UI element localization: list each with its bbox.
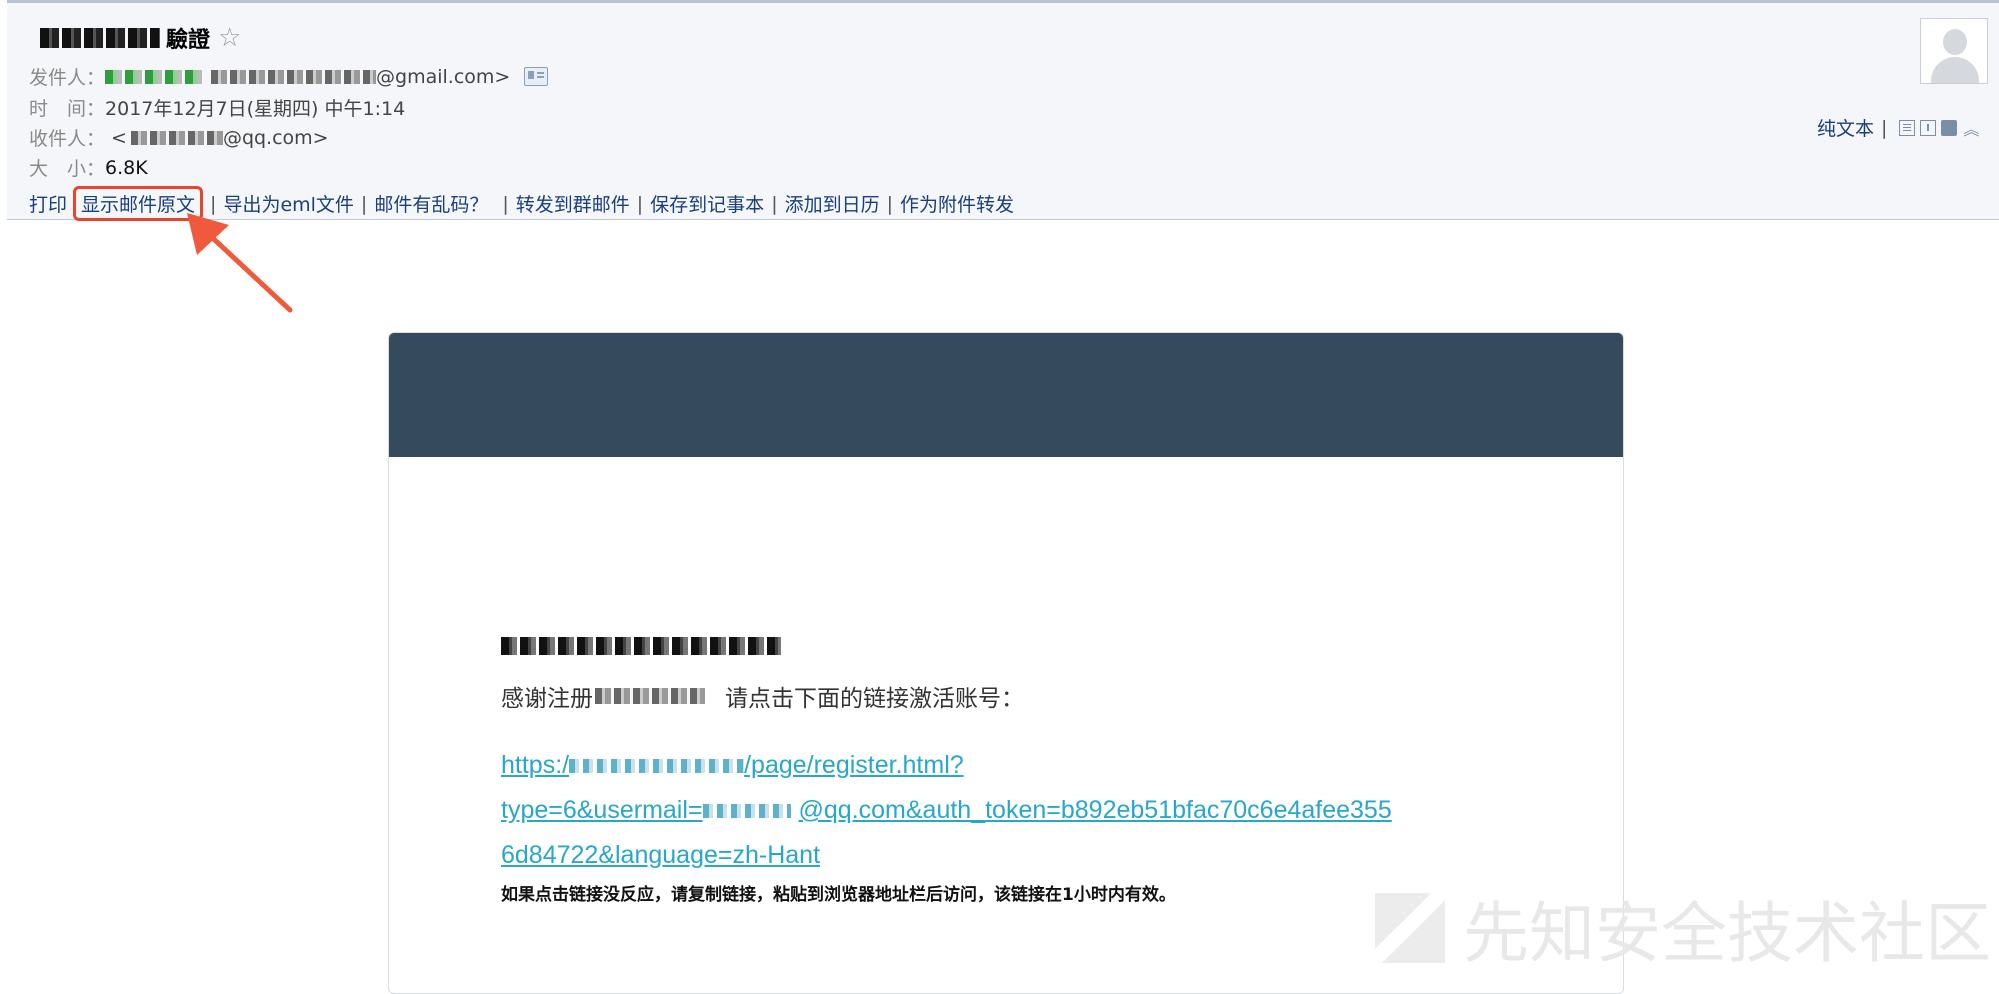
thanks-redacted [595, 688, 705, 704]
toolbar-separator: | [771, 192, 778, 215]
watermark: 先知安全技术社区 [1375, 880, 1991, 976]
from-row: 发件人： @gmail.com> [29, 63, 549, 90]
add-calendar-link[interactable]: 添加到日历 [785, 190, 880, 217]
from-domain[interactable]: @gmail.com> [376, 66, 510, 88]
to-prefix: < [111, 126, 127, 149]
mail-toolbar: 打印 显示邮件原文 | 导出为eml文件 | 邮件有乱码？ | 转发到群邮件 |… [29, 186, 1014, 221]
email-body: 感谢注册 请点击下面的链接激活账号： https:/ /page/register… [501, 633, 1581, 905]
time-row: 时 间： 2017年12月7日(星期四) 中午1:14 [29, 94, 405, 121]
red-arrow-annotation [187, 213, 293, 313]
link-part-4[interactable]: @qq.com&auth_token=b892eb51bfac70c6e4afe… [799, 796, 1392, 824]
thanks-line: 感谢注册 请点击下面的链接激活账号： [501, 679, 1581, 713]
forward-group-link[interactable]: 转发到群邮件 [516, 190, 630, 217]
watermark-logo-icon [1375, 893, 1445, 963]
greeting-blur [501, 637, 781, 655]
subject-text: 驗證 [166, 28, 211, 53]
garbled-text-link[interactable]: 邮件有乱码？ [374, 190, 488, 217]
arrow-shaft [200, 226, 293, 313]
thanks-start: 感谢注册 [501, 686, 593, 712]
print-link[interactable]: 打印 [29, 190, 67, 217]
toolbar-separator: | [210, 192, 217, 215]
forward-attachment-link[interactable]: 作为附件转发 [900, 190, 1014, 217]
link-redacted-2 [702, 804, 791, 819]
toolbar-separator: | [636, 192, 644, 215]
from-redacted [105, 69, 206, 84]
time-label: 时 间： [29, 98, 106, 120]
toolbar-separator: | [1881, 116, 1888, 139]
star-icon[interactable]: ☆ [218, 25, 241, 51]
collapse-icon[interactable]: ︽ [1963, 116, 1979, 140]
thanks-end: 请点击下面的链接激活账号： [725, 686, 1024, 712]
download-icon[interactable] [1920, 119, 1937, 136]
avatar-body-icon [1931, 57, 1979, 83]
toolbar-separator: | [886, 192, 894, 215]
save-notebook-link[interactable]: 保存到记事本 [650, 190, 764, 217]
avatar-head-icon [1943, 29, 1967, 55]
activation-link[interactable]: https:/ /page/register.html? type=6&userma… [501, 743, 1581, 878]
to-domain[interactable]: @qq.com> [223, 127, 329, 149]
subject-redacted [40, 28, 160, 48]
toolbar-separator: | [360, 192, 368, 215]
sender-avatar[interactable] [1920, 18, 1988, 84]
link-redacted-1 [569, 759, 745, 774]
mail-subject: 驗證 ☆ [40, 21, 241, 55]
size-value: 6.8K [105, 156, 148, 179]
mail-header: 驗證 ☆ 发件人： @gmail.com> 时 间： 2017年12月7日(星期… [7, 3, 1999, 221]
print-icon[interactable] [1941, 119, 1958, 136]
greeting-redacted [501, 633, 1581, 659]
time-value: 2017年12月7日(星期四) 中午1:14 [105, 98, 406, 120]
to-row: 收件人： < @qq.com> [29, 124, 329, 151]
to-label: 收件人： [29, 128, 106, 150]
link-part-3[interactable]: type=6&usermail= [501, 796, 703, 824]
link-part-5[interactable]: 6d84722&language=zh-Hant [501, 841, 820, 869]
link-part-2[interactable]: /page/register.html? [744, 751, 964, 779]
link-part-1[interactable]: https:/ [501, 751, 569, 779]
plain-text-link[interactable]: 纯文本 [1817, 114, 1874, 141]
show-original-link[interactable]: 显示邮件原文 [73, 186, 204, 221]
to-redacted [130, 130, 223, 145]
note-icon[interactable] [1899, 119, 1916, 136]
right-tools: 纯文本 | ︽ [1817, 114, 1979, 141]
from-label: 发件人： [29, 67, 106, 89]
email-banner [389, 333, 1623, 457]
size-row: 大 小： 6.8K [29, 154, 148, 181]
toolbar-separator: | [502, 192, 509, 215]
contact-card-icon[interactable] [524, 67, 549, 86]
watermark-text: 先知安全技术社区 [1463, 895, 1991, 972]
from-redacted-2 [211, 69, 377, 84]
size-label: 大 小： [29, 158, 106, 180]
